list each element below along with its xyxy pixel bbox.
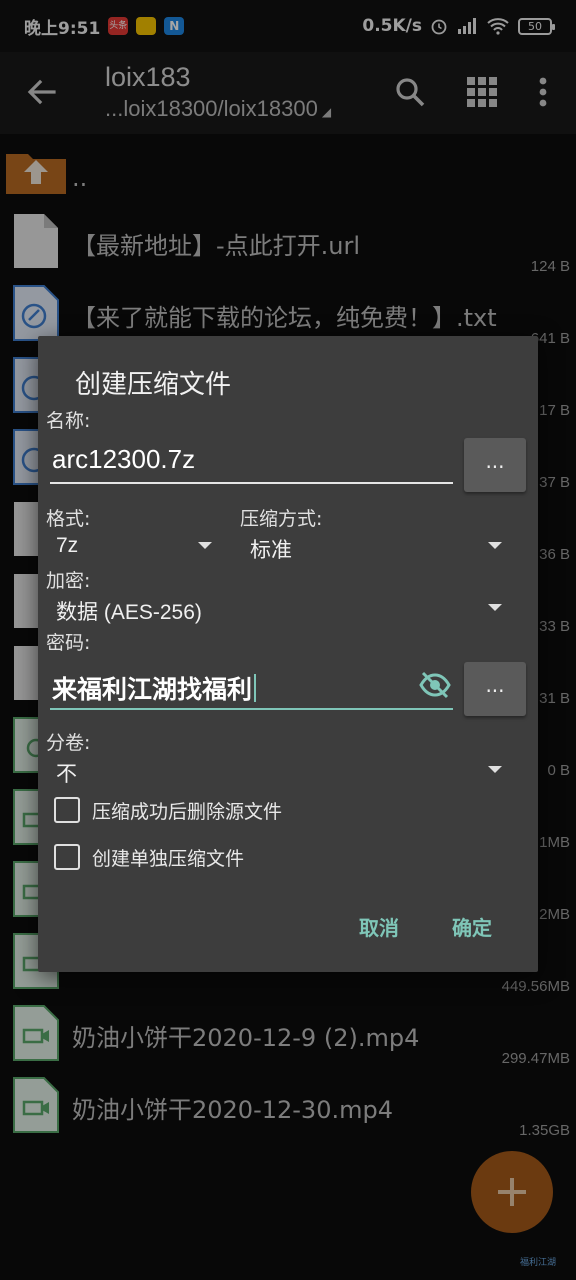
- format-select[interactable]: 7z: [46, 528, 216, 564]
- chevron-down-icon: [198, 542, 212, 549]
- cancel-button[interactable]: 取消: [359, 912, 399, 941]
- delete-source-checkbox[interactable]: [54, 797, 80, 823]
- volume-select[interactable]: 不: [46, 752, 510, 788]
- archive-name-value: arc12300.7z: [52, 444, 196, 474]
- password-field[interactable]: 来福利江湖找福利: [50, 662, 453, 710]
- encryption-label: 加密:: [46, 570, 91, 592]
- chevron-down-icon: [488, 542, 502, 549]
- separate-archive-label: 创建单独压缩文件: [92, 847, 245, 870]
- volume-label: 分卷:: [46, 732, 91, 754]
- compression-method-label: 压缩方式:: [240, 508, 323, 530]
- password-value-wrap: 来福利江湖找福利: [52, 670, 257, 706]
- chevron-down-icon: [488, 604, 502, 611]
- archive-name-field[interactable]: arc12300.7z: [50, 436, 453, 484]
- compression-method-value: 标准: [250, 539, 292, 562]
- volume-value: 不: [56, 763, 77, 786]
- password-value: 来福利江湖找福利: [52, 676, 253, 704]
- name-label: 名称:: [46, 410, 91, 432]
- browse-name-button[interactable]: ...: [464, 438, 526, 492]
- text-cursor: [254, 674, 257, 702]
- format-label: 格式:: [46, 508, 91, 530]
- encryption-value: 数据 (AES-256): [56, 601, 202, 624]
- delete-source-checkbox-row[interactable]: 压缩成功后删除源文件: [54, 795, 282, 825]
- separate-archive-checkbox-row[interactable]: 创建单独压缩文件: [54, 842, 244, 872]
- format-value: 7z: [56, 534, 79, 557]
- ok-button[interactable]: 确定: [452, 912, 492, 941]
- encryption-select[interactable]: 数据 (AES-256): [46, 590, 510, 626]
- visibility-off-icon[interactable]: [419, 670, 451, 700]
- compression-method-select[interactable]: 标准: [240, 528, 510, 564]
- password-label: 密码:: [46, 632, 91, 654]
- chevron-down-icon: [488, 766, 502, 773]
- dialog-title: 创建压缩文件: [75, 370, 232, 400]
- password-options-button[interactable]: ...: [464, 662, 526, 716]
- create-archive-dialog: 创建压缩文件 名称: arc12300.7z ... 格式: 压缩方式: 7z …: [38, 336, 538, 972]
- separate-archive-checkbox[interactable]: [54, 844, 80, 870]
- delete-source-label: 压缩成功后删除源文件: [92, 800, 283, 823]
